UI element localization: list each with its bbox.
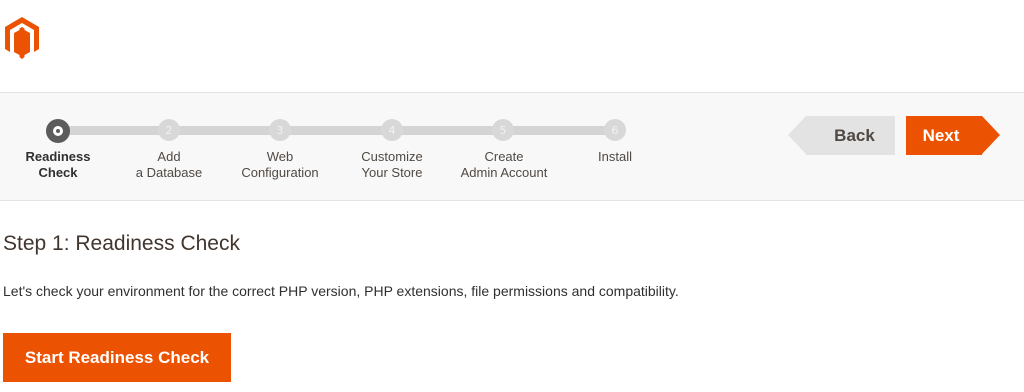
start-readiness-check-button[interactable]: Start Readiness Check <box>3 333 231 382</box>
step-3-label: Web Configuration <box>225 149 335 181</box>
step-2-label-line2: a Database <box>135 165 203 180</box>
magento-logo-icon <box>5 17 39 59</box>
step-4-indicator: 4 <box>381 119 403 141</box>
step-4-label-line1: Customize <box>361 149 423 164</box>
active-step-dot-icon <box>53 126 63 136</box>
step-5-label-line2: Admin Account <box>460 165 548 180</box>
step-1-label-line2: Check <box>38 165 78 180</box>
step-2-indicator: 2 <box>158 119 180 141</box>
progress-track <box>58 126 616 135</box>
progress-bar-panel: 2 3 4 5 6 Readiness Check Add a Database… <box>0 92 1024 201</box>
step-1-indicator <box>46 119 70 143</box>
step-5-label-line1: Create <box>484 149 524 164</box>
step-1-label-line1: Readiness <box>25 149 91 164</box>
back-button[interactable]: Back <box>788 116 895 155</box>
step-description: Let's check your environment for the cor… <box>3 283 679 299</box>
next-button[interactable]: Next <box>906 116 1000 155</box>
step-5-label: Create Admin Account <box>449 149 559 181</box>
step-4-label: Customize Your Store <box>337 149 447 181</box>
step-4-label-line2: Your Store <box>361 165 423 180</box>
step-3-label-line1: Web <box>266 149 294 164</box>
step-3-indicator: 3 <box>269 119 291 141</box>
step-2-label-line1: Add <box>157 149 181 164</box>
page-title: Step 1: Readiness Check <box>3 232 240 255</box>
step-6-label-line1: Install <box>598 149 632 164</box>
step-6-indicator: 6 <box>604 119 626 141</box>
step-6-label: Install <box>560 149 670 165</box>
step-2-label: Add a Database <box>114 149 224 181</box>
step-3-label-line2: Configuration <box>241 165 319 180</box>
step-1-label: Readiness Check <box>3 149 113 181</box>
step-5-indicator: 5 <box>492 119 514 141</box>
